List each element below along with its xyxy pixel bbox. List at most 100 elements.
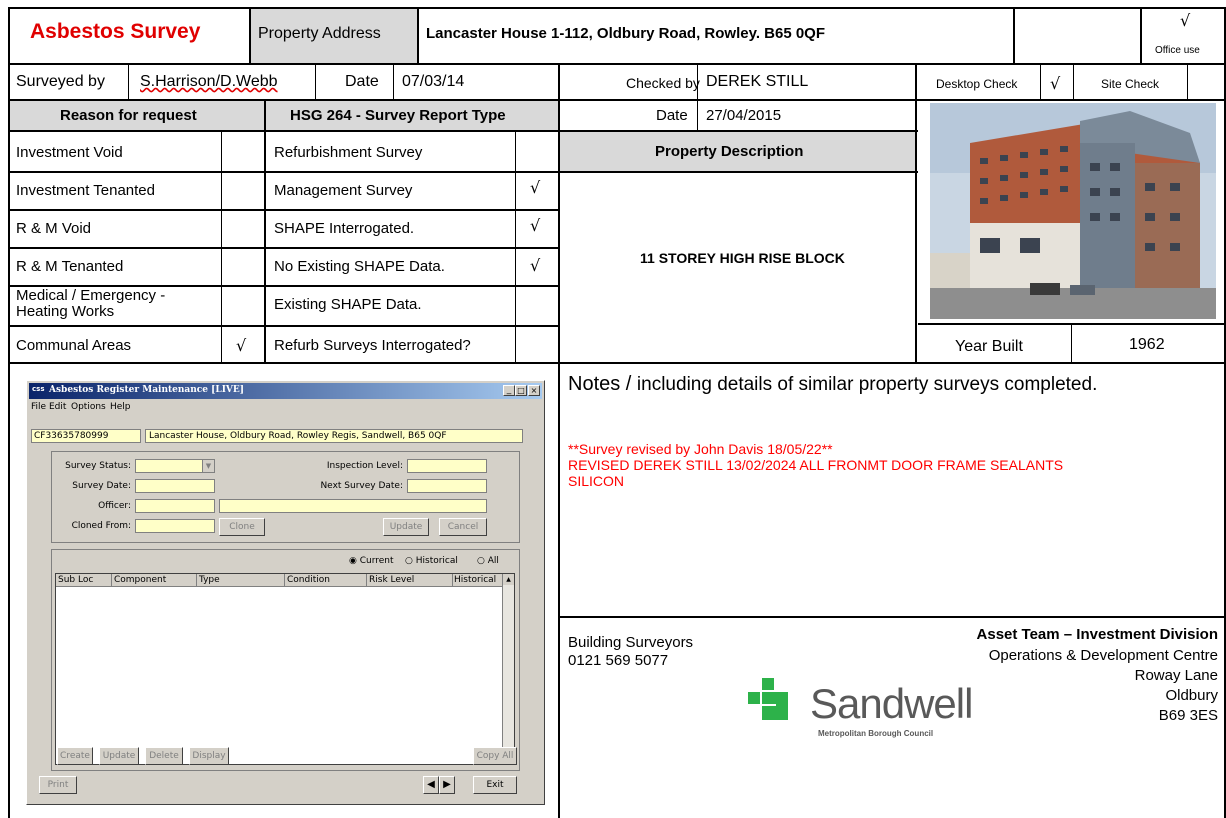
create-button[interactable]: Create [57,747,93,765]
vertical-scrollbar[interactable]: ▲ ▼ [502,574,514,764]
survey-status-select[interactable]: ▼ [135,459,215,473]
property-address-label: Property Address [258,25,381,42]
update-survey-button[interactable]: Update [383,518,429,536]
radio-all-label: All [487,556,499,566]
sandwell-logo-subtitle: Metropolitan Borough Council [818,729,934,738]
property-ref-field[interactable]: CF33635780999 [31,429,141,443]
report-type-tick: √ [530,216,541,235]
check-date-label: Date [656,107,688,124]
reason-item: R & M Void [16,220,92,237]
column-header[interactable]: Condition [287,575,330,585]
radio-current-label: Current [359,556,394,566]
inspection-level-label: Inspection Level: [326,461,403,471]
checked-by-label: Checked by [626,75,700,91]
cloned-from-label: Cloned From: [71,521,131,531]
column-header[interactable]: Risk Level [369,575,414,585]
prev-arrow-icon[interactable]: ◀ [423,776,439,794]
maximize-icon[interactable]: □ [515,385,527,396]
check-date: 27/04/2015 [706,107,782,124]
report-type-header: HSG 264 - Survey Report Type [290,107,506,124]
minimize-icon[interactable]: _ [503,385,515,396]
clone-button[interactable]: Clone [219,518,265,536]
reason-item: R & M Tenanted [16,258,124,275]
next-survey-date-field[interactable] [407,479,487,493]
team-name: Asset Team – Investment Division [976,626,1218,643]
column-header[interactable]: Sub Loc [58,575,93,585]
dept-name: Building Surveyors [568,634,694,651]
sandwell-logo-text: Sandwell [810,680,973,727]
survey-title: Asbestos Survey [30,20,201,43]
components-table[interactable]: Sub Loc Component Type Condition Risk Le… [55,573,515,765]
column-header[interactable]: Historical [454,575,496,585]
delete-button[interactable]: Delete [145,747,183,765]
next-survey-date-label: Next Survey Date: [320,481,403,491]
display-button[interactable]: Display [189,747,229,765]
building-photo [930,103,1216,319]
report-type-item: No Existing SHAPE Data. [274,258,445,275]
table-header: Sub Loc Component Type Condition Risk Le… [56,574,502,587]
notes-heading-sub: including details of similar property su… [636,374,1098,395]
radio-icon: ○ [477,556,485,566]
menu-options[interactable]: Options [71,402,106,412]
report-type-item: Refurbishment Survey [274,144,423,161]
notes-heading: Notes / including details of similar pro… [568,373,1097,396]
menu-edit[interactable]: Edit [49,402,66,412]
column-header[interactable]: Component [114,575,166,585]
notes-line: REVISED DEREK STILL 13/02/2024 ALL FRONM… [568,457,1064,473]
print-button[interactable]: Print [39,776,77,794]
chevron-down-icon[interactable]: ▼ [202,460,214,472]
desktop-check-label: Desktop Check [936,77,1018,91]
property-description-label: Property Description [655,143,804,160]
report-type-item: Refurb Surveys Interrogated? [274,337,471,354]
menu-help[interactable]: Help [110,402,131,412]
radio-historical[interactable]: ○ Historical [405,556,458,566]
scroll-up-icon[interactable]: ▲ [503,574,514,585]
report-type-tick: √ [530,178,541,197]
survey-date-label: Survey Date: [72,481,131,491]
radio-icon: ○ [405,556,413,566]
property-address-field[interactable]: Lancaster House, Oldbury Road, Rowley Re… [145,429,523,443]
update-button[interactable]: Update [99,747,139,765]
checked-by: DEREK STILL [706,73,809,90]
cancel-button[interactable]: Cancel [439,518,487,536]
office-use-tick: √ [1180,11,1191,30]
reason-item-line2: Heating Works [16,303,115,320]
officer-label: Officer: [98,501,131,511]
officer-name-field[interactable] [219,499,487,513]
officer-code-field[interactable] [135,499,215,513]
radio-selected-icon: ◉ [349,556,357,566]
reason-item: Communal Areas [16,337,132,354]
reason-item: Medical / Emergency - [16,287,166,304]
date-label: Date [345,73,379,90]
column-header[interactable]: Type [199,575,220,585]
menu-file[interactable]: File [31,402,46,412]
close-icon[interactable]: × [528,385,540,396]
radio-all[interactable]: ○ All [477,556,499,566]
window-title: Asbestos Register Maintenance [LIVE] [49,385,245,395]
reason-item: Investment Tenanted [16,182,155,199]
copy-all-button[interactable]: Copy All [473,747,517,765]
surveyed-by-label: Surveyed by [16,73,105,90]
address-line: Roway Lane [1134,667,1218,684]
office-use-label: Office use [1155,45,1200,56]
year-built-label: Year Built [955,338,1023,355]
window-title-bar[interactable]: css Asbestos Register Maintenance [LIVE]… [29,383,542,399]
asbestos-register-window[interactable]: css Asbestos Register Maintenance [LIVE]… [26,380,545,805]
address-line: B69 3ES [1158,707,1218,724]
cloned-from-field[interactable] [135,519,215,533]
exit-button[interactable]: Exit [473,776,517,794]
radio-current[interactable]: ◉ Current [349,556,394,566]
desktop-check-tick: √ [1050,74,1061,93]
survey-date-field[interactable] [135,479,215,493]
inspection-level-field[interactable] [407,459,487,473]
property-address: Lancaster House 1-112, Oldbury Road, Row… [426,25,826,42]
reason-item: Investment Void [16,144,123,161]
report-type-tick: √ [530,256,541,275]
next-arrow-icon[interactable]: ▶ [439,776,455,794]
reason-header: Reason for request [60,107,197,124]
report-type-item: Management Survey [274,182,413,199]
reason-tick: √ [236,336,247,355]
address-line: Operations & Development Centre [988,647,1218,664]
site-check-label: Site Check [1101,77,1160,91]
radio-historical-label: Historical [415,556,458,566]
